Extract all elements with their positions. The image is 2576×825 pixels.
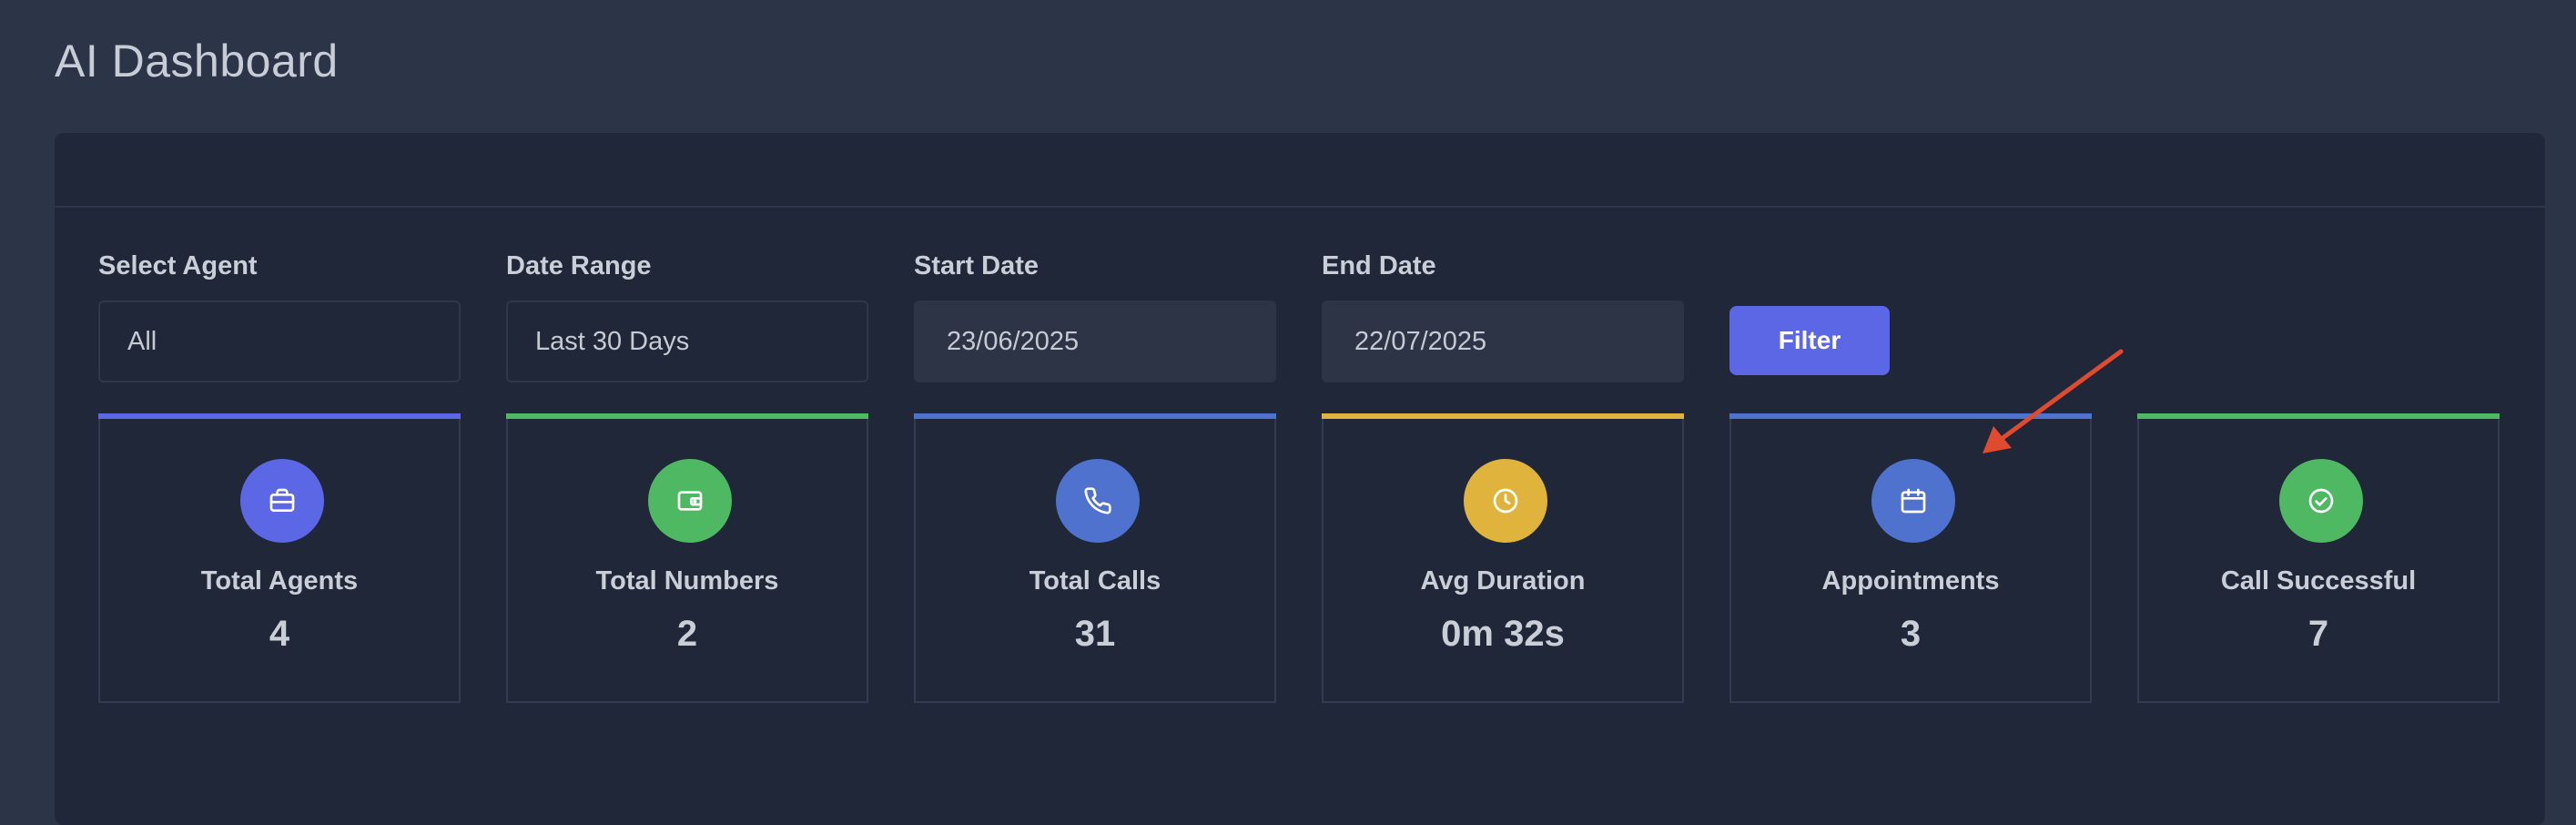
start-date-label: Start Date	[914, 251, 1039, 280]
briefcase-icon	[240, 459, 324, 543]
stat-card-total-numbers: Total Numbers 2	[506, 413, 868, 703]
panel-header	[55, 133, 2545, 208]
card-accent-bar	[1322, 413, 1684, 419]
stat-label: Total Numbers	[595, 566, 779, 596]
card-accent-bar	[98, 413, 461, 419]
stat-value: 7	[2307, 614, 2329, 654]
stat-value: 2	[676, 614, 698, 654]
stat-card-total-agents: Total Agents 4	[98, 413, 461, 703]
stat-label: Total Agents	[200, 566, 359, 596]
start-date-filter: Start Date 23/06/2025	[914, 251, 1276, 382]
stat-value: 0m 32s	[1441, 614, 1565, 654]
date-range-label: Date Range	[506, 251, 652, 280]
dashboard-panel: Select Agent All Date Range Last 30 Days…	[55, 133, 2545, 825]
phone-icon	[1056, 459, 1140, 543]
stat-value: 4	[269, 614, 290, 654]
annotation-arrow-icon	[1983, 349, 2124, 453]
end-date-field[interactable]: 22/07/2025	[1322, 300, 1684, 382]
page-title: AI Dashboard	[55, 36, 339, 87]
clock-icon	[1464, 459, 1547, 543]
stat-label: Call Successful	[2220, 566, 2417, 596]
filter-button[interactable]: Filter	[1729, 306, 1890, 375]
wallet-icon	[648, 459, 732, 543]
check-circle-icon	[2279, 459, 2363, 543]
date-range-dropdown[interactable]: Last 30 Days	[506, 300, 868, 382]
start-date-field[interactable]: 23/06/2025	[914, 300, 1276, 382]
select-agent-filter: Select Agent All	[98, 251, 461, 382]
card-accent-bar	[914, 413, 1276, 419]
date-range-filter: Date Range Last 30 Days	[506, 251, 868, 382]
stat-card-total-calls: Total Calls 31	[914, 413, 1276, 703]
stat-label: Avg Duration	[1420, 566, 1586, 596]
select-agent-dropdown[interactable]: All	[98, 300, 461, 382]
stat-label: Appointments	[1821, 566, 2000, 596]
select-agent-label: Select Agent	[98, 251, 258, 280]
stat-card-call-successful: Call Successful 7	[2137, 413, 2500, 703]
stat-value: 31	[1074, 614, 1116, 654]
calendar-icon	[1871, 459, 1955, 543]
end-date-filter: End Date 22/07/2025	[1322, 251, 1684, 382]
card-accent-bar	[2137, 413, 2500, 419]
card-accent-bar	[506, 413, 868, 419]
stat-card-avg-duration: Avg Duration 0m 32s	[1322, 413, 1684, 703]
stat-label: Total Calls	[1029, 566, 1161, 596]
stat-value: 3	[1900, 614, 1922, 654]
end-date-label: End Date	[1322, 251, 1436, 280]
